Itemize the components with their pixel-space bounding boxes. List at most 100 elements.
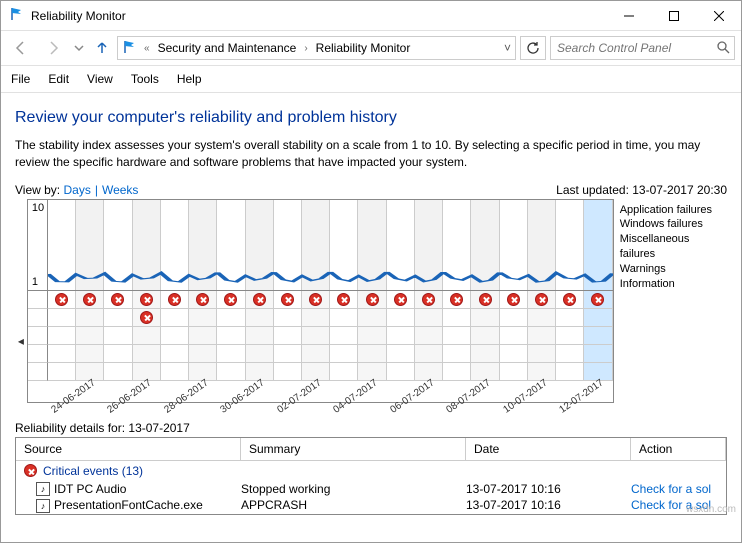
chart-cell[interactable]	[189, 345, 217, 363]
col-summary[interactable]: Summary	[241, 438, 466, 461]
chart-cell[interactable]	[76, 291, 104, 309]
chart-cell[interactable]	[528, 291, 556, 309]
refresh-button[interactable]	[520, 36, 546, 60]
chart-cell[interactable]	[330, 291, 358, 309]
chart-cell[interactable]	[584, 291, 612, 309]
chart-cell[interactable]	[500, 363, 528, 381]
chart-cell[interactable]	[217, 327, 245, 345]
chart-cell[interactable]	[104, 363, 132, 381]
chart-cell[interactable]	[358, 291, 386, 309]
chart-cell[interactable]	[161, 327, 189, 345]
chart-cell[interactable]	[133, 327, 161, 345]
chart-cell[interactable]	[302, 291, 330, 309]
chart-cell[interactable]	[584, 345, 612, 363]
chart-cell[interactable]	[274, 291, 302, 309]
chart-cell[interactable]	[104, 345, 132, 363]
chart-area[interactable]: 10 1 24-06-201726-06-201728-06-201730-06…	[27, 199, 614, 403]
chart-cell[interactable]	[133, 309, 161, 327]
chart-cell[interactable]	[274, 309, 302, 327]
col-source[interactable]: Source	[16, 438, 241, 461]
chart-cell[interactable]	[387, 309, 415, 327]
nav-history-button[interactable]	[71, 35, 87, 61]
chart-cell[interactable]	[330, 309, 358, 327]
chart-cell[interactable]	[471, 309, 499, 327]
chart-cell[interactable]	[443, 345, 471, 363]
breadcrumb-item[interactable]: Security and Maintenance	[156, 39, 299, 57]
chart-cell[interactable]	[104, 327, 132, 345]
chart-cell[interactable]	[556, 363, 584, 381]
chart-cell[interactable]	[415, 345, 443, 363]
chart-cell[interactable]	[556, 327, 584, 345]
chart-cell[interactable]	[556, 291, 584, 309]
chart-cell[interactable]	[189, 309, 217, 327]
chart-cell[interactable]	[387, 327, 415, 345]
menu-tools[interactable]: Tools	[131, 72, 159, 86]
chart-cell[interactable]	[161, 345, 189, 363]
chart-cell[interactable]	[302, 345, 330, 363]
chart-cell[interactable]	[358, 327, 386, 345]
chart-cell[interactable]	[246, 309, 274, 327]
chart-cell[interactable]	[217, 309, 245, 327]
chart-cell[interactable]	[500, 345, 528, 363]
view-by-weeks-link[interactable]: Weeks	[102, 183, 138, 197]
nav-back-button[interactable]	[7, 35, 35, 61]
chart-cell[interactable]	[48, 291, 76, 309]
nav-forward-button[interactable]	[39, 35, 67, 61]
chart-cell[interactable]	[443, 363, 471, 381]
chart-cell[interactable]	[76, 327, 104, 345]
col-date[interactable]: Date	[466, 438, 631, 461]
chart-cell[interactable]	[528, 345, 556, 363]
chart-cell[interactable]	[415, 327, 443, 345]
chart-cell[interactable]	[387, 345, 415, 363]
chart-cell[interactable]	[217, 363, 245, 381]
view-by-days-link[interactable]: Days	[63, 183, 90, 197]
chart-cell[interactable]	[358, 345, 386, 363]
chart-cell[interactable]	[189, 291, 217, 309]
chart-cell[interactable]	[584, 309, 612, 327]
close-button[interactable]	[696, 1, 741, 30]
chart-cell[interactable]	[471, 327, 499, 345]
chart-cell[interactable]	[189, 327, 217, 345]
details-group-critical[interactable]: Critical events (13)	[16, 461, 726, 481]
table-row[interactable]: ♪IDT PC AudioStopped working13-07-2017 1…	[16, 481, 726, 498]
menu-help[interactable]: Help	[177, 72, 202, 86]
chart-cell[interactable]	[48, 327, 76, 345]
cell-action-link[interactable]: Check for a sol	[631, 482, 726, 497]
chart-cell[interactable]	[161, 363, 189, 381]
search-input[interactable]	[555, 40, 716, 56]
chart-cell[interactable]	[302, 327, 330, 345]
chart-cell[interactable]	[161, 291, 189, 309]
chart-cell[interactable]	[556, 309, 584, 327]
chart-cell[interactable]	[246, 345, 274, 363]
chart-cell[interactable]	[48, 309, 76, 327]
menu-edit[interactable]: Edit	[48, 72, 69, 86]
chart-cell[interactable]	[104, 309, 132, 327]
maximize-button[interactable]	[651, 1, 696, 30]
minimize-button[interactable]	[606, 1, 651, 30]
chart-cell[interactable]	[246, 327, 274, 345]
search-icon[interactable]	[716, 40, 730, 57]
search-box[interactable]	[550, 36, 735, 60]
chart-cell[interactable]	[358, 309, 386, 327]
chart-cell[interactable]	[415, 291, 443, 309]
chart-cell[interactable]	[528, 309, 556, 327]
chart-cell[interactable]	[330, 363, 358, 381]
chart-cell[interactable]	[500, 291, 528, 309]
chart-cell[interactable]	[302, 309, 330, 327]
chart-cell[interactable]	[556, 345, 584, 363]
chart-cell[interactable]	[528, 327, 556, 345]
chart-cell[interactable]	[217, 345, 245, 363]
breadcrumb-item[interactable]: Reliability Monitor	[314, 39, 413, 57]
chart-cell[interactable]	[584, 327, 612, 345]
chart-cell[interactable]	[415, 309, 443, 327]
chart-cell[interactable]	[443, 327, 471, 345]
chart-cell[interactable]	[330, 327, 358, 345]
chart-scroll-left[interactable]: ◂	[15, 199, 27, 403]
col-action[interactable]: Action	[631, 438, 726, 461]
chevron-down-icon[interactable]: ˅	[504, 41, 511, 55]
breadcrumb[interactable]: « Security and Maintenance › Reliability…	[117, 36, 516, 60]
chart-cell[interactable]	[217, 291, 245, 309]
chart-cell[interactable]	[48, 363, 76, 381]
menu-file[interactable]: File	[11, 72, 30, 86]
chart-cell[interactable]	[330, 345, 358, 363]
